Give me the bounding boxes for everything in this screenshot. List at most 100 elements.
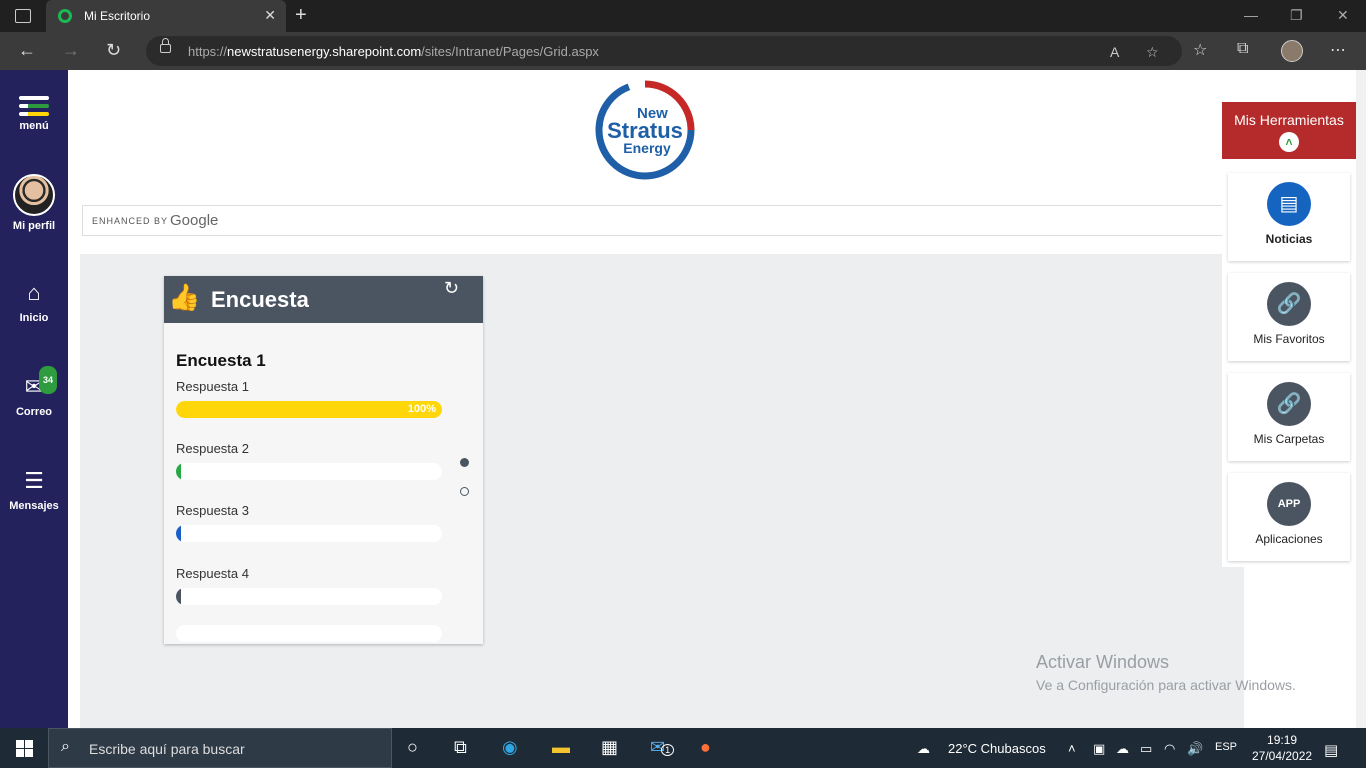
weather-icon[interactable]: ☁ xyxy=(917,741,930,757)
new-tab-icon[interactable]: + xyxy=(295,4,307,27)
file-explorer-icon[interactable]: ▬ xyxy=(552,737,570,758)
browser-tab-bar: Mi Escritorio ✕ + — ❐ ✕ xyxy=(0,0,1366,32)
tools-header[interactable]: Mis Herramientas ˄ xyxy=(1222,102,1356,159)
close-tab-icon[interactable]: ✕ xyxy=(264,7,276,24)
menu-icon xyxy=(0,96,68,116)
browser-profile-avatar[interactable] xyxy=(1281,40,1303,62)
read-aloud-icon[interactable]: A xyxy=(1110,44,1119,60)
answer-bar[interactable] xyxy=(176,588,442,605)
chevron-up-icon[interactable]: ˄ xyxy=(1068,741,1076,756)
sidebar-item-home[interactable]: ⌂ Inicio xyxy=(0,280,68,324)
meet-icon[interactable]: ▣ xyxy=(1093,741,1105,757)
taskbar-search-input[interactable]: ⌕ Escribe aquí para buscar xyxy=(48,728,392,768)
lock-icon xyxy=(160,38,171,53)
tab-actions-icon[interactable] xyxy=(15,9,31,23)
search-icon: ⌕ xyxy=(61,738,70,755)
messages-icon: ☰ xyxy=(24,468,44,493)
url-field[interactable]: https://newstratusenergy.sharepoint.com/… xyxy=(146,36,1182,66)
cortana-icon[interactable]: ○ xyxy=(407,737,418,758)
sidebar-item-label: Correo xyxy=(15,406,53,418)
start-icon[interactable] xyxy=(16,740,33,757)
link-document-icon: 🔗 xyxy=(1267,282,1311,326)
firefox-icon[interactable]: ● xyxy=(700,737,711,758)
clock[interactable]: 19:19 27/04/2022 xyxy=(1252,732,1312,764)
svg-text:Energy: Energy xyxy=(623,140,671,156)
mail-badge: 34 xyxy=(39,366,58,394)
search-input[interactable]: ENHANCED BY Google xyxy=(82,205,1242,236)
tool-favorites[interactable]: 🔗 Mis Favoritos xyxy=(1228,273,1350,361)
favorites-icon[interactable]: ☆ xyxy=(1193,40,1207,60)
answer-bar[interactable] xyxy=(176,525,442,542)
company-logo: New Stratus Energy xyxy=(595,80,695,180)
tool-label: Mis Favoritos xyxy=(1253,332,1325,346)
url-text: https://newstratusenergy.sharepoint.com/… xyxy=(188,44,599,59)
left-sidebar: menú Mi perfil ⌂ Inicio ✉ 34 Correo ☰ Men… xyxy=(0,70,68,728)
sidebar-item-label: Mensajes xyxy=(9,500,59,512)
language-indicator[interactable]: ESP xyxy=(1215,741,1237,753)
minimize-icon[interactable]: — xyxy=(1244,7,1258,23)
tool-folders[interactable]: 🔗 Mis Carpetas xyxy=(1228,373,1350,461)
volume-icon[interactable]: 🔊 xyxy=(1187,741,1203,757)
onedrive-icon[interactable]: ☁ xyxy=(1116,741,1129,757)
clock-date: 27/04/2022 xyxy=(1252,749,1313,763)
tool-label: Aplicaciones xyxy=(1255,532,1323,546)
weather-text[interactable]: 22°C Chubascos xyxy=(948,741,1046,756)
tools-title: Mis Herramientas xyxy=(1234,112,1344,128)
refresh-icon[interactable]: ↻ xyxy=(444,278,459,299)
windows-taskbar: ⌕ Escribe aquí para buscar ○ ⧉ ◉ ▬ ▦ ✉1 … xyxy=(0,728,1366,768)
enhanced-by-label: ENHANCED BY xyxy=(92,216,169,226)
answer-bar-fill xyxy=(176,588,181,605)
task-view-icon[interactable]: ⧉ xyxy=(454,737,467,758)
answer-bar[interactable] xyxy=(176,625,442,642)
tool-apps[interactable]: APP Aplicaciones xyxy=(1228,473,1350,561)
sidebar-item-messages[interactable]: ☰ Mensajes xyxy=(0,468,68,512)
restore-icon[interactable]: ❐ xyxy=(1290,7,1303,24)
answer-bar[interactable]: 100% xyxy=(176,401,442,418)
avatar xyxy=(13,174,55,216)
forward-icon[interactable]: → xyxy=(62,40,80,60)
reload-icon[interactable]: ↻ xyxy=(106,40,121,60)
sidebar-item-profile[interactable]: Mi perfil xyxy=(0,174,68,232)
carousel-dot[interactable] xyxy=(460,487,469,496)
page-scrollbar[interactable] xyxy=(1356,70,1366,728)
answer-percent: 100% xyxy=(407,403,436,415)
browser-tab[interactable]: Mi Escritorio ✕ xyxy=(46,0,286,32)
store-icon[interactable]: ▦ xyxy=(601,737,618,758)
notifications-icon[interactable]: ▤ xyxy=(1324,741,1338,759)
carousel-dot-active[interactable] xyxy=(460,458,469,467)
answer-label: Respuesta 4 xyxy=(176,566,249,581)
collections-icon[interactable]: ⧉ xyxy=(1237,40,1248,58)
sidebar-item-mail[interactable]: ✉ 34 Correo xyxy=(0,366,68,418)
tool-label: Noticias xyxy=(1265,232,1313,246)
site-favicon-icon xyxy=(58,9,72,23)
news-icon: ▤ xyxy=(1267,182,1311,226)
battery-icon[interactable]: ▭ xyxy=(1140,741,1152,757)
sidebar-item-label: Mi perfil xyxy=(12,220,56,232)
sidebar-item-menu[interactable]: menú xyxy=(0,96,68,132)
mail-app-icon[interactable]: ✉1 xyxy=(650,737,675,758)
tools-panel: Mis Herramientas ˄ ▤ Noticias 🔗 Mis Favo… xyxy=(1222,102,1356,567)
close-window-icon[interactable]: ✕ xyxy=(1337,7,1349,24)
answer-bar[interactable] xyxy=(176,463,442,480)
survey-title: Encuesta xyxy=(211,287,309,312)
home-icon: ⌂ xyxy=(27,280,41,305)
search-placeholder: Escribe aquí para buscar xyxy=(89,741,245,757)
wifi-icon[interactable]: ◠ xyxy=(1164,741,1175,757)
address-bar: ← → ↻ https://newstratusenergy.sharepoin… xyxy=(0,32,1366,70)
mail-app-badge: 1 xyxy=(661,744,675,756)
answer-bar-fill xyxy=(176,463,181,480)
edge-icon[interactable]: ◉ xyxy=(502,737,518,758)
sidebar-item-label: menú xyxy=(19,120,49,132)
clock-time: 19:19 xyxy=(1267,733,1298,747)
sidebar-item-label: Inicio xyxy=(19,312,49,324)
tool-news[interactable]: ▤ Noticias xyxy=(1228,173,1350,261)
main-content: New Stratus Energy ENHANCED BY Google 👍 … xyxy=(68,70,1366,728)
thumbs-up-icon: 👍 xyxy=(168,282,201,312)
survey-question: Encuesta 1 xyxy=(176,351,266,370)
answer-bar-fill xyxy=(176,401,442,418)
add-favorite-icon[interactable]: ☆ xyxy=(1146,44,1159,61)
back-icon[interactable]: ← xyxy=(18,40,36,60)
link-document-icon: 🔗 xyxy=(1267,382,1311,426)
more-options-icon[interactable]: ⋯ xyxy=(1330,40,1346,60)
chevron-up-icon[interactable]: ˄ xyxy=(1279,132,1299,152)
